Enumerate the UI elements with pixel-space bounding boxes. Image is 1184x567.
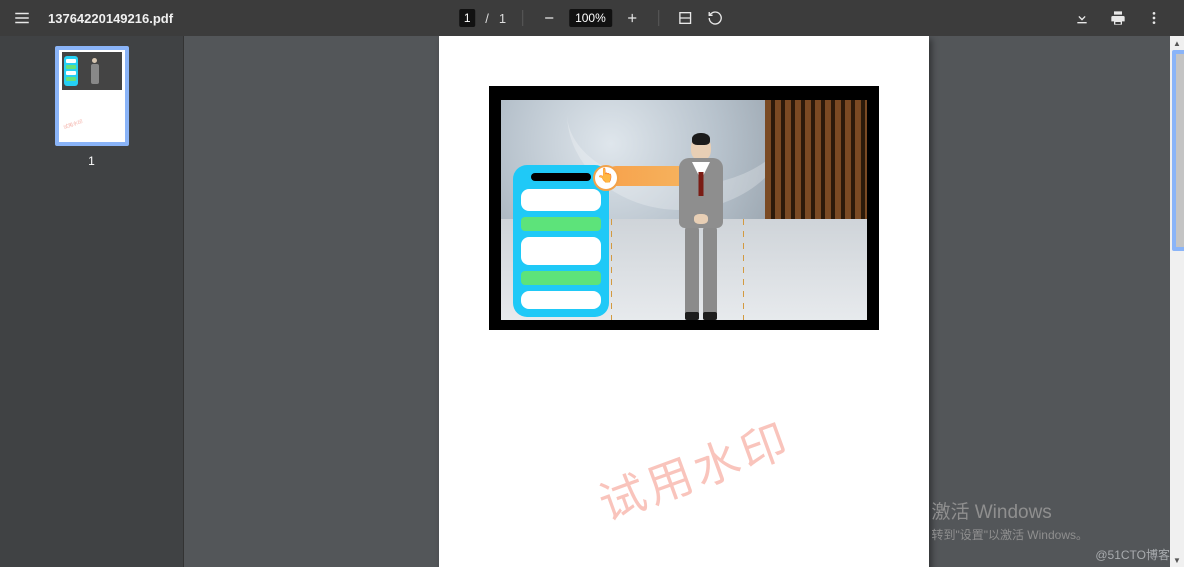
presenter-figure: [669, 136, 733, 318]
zoom-percent[interactable]: 100%: [569, 9, 612, 27]
rotate-icon[interactable]: [705, 8, 725, 28]
thumbnail-preview: [62, 52, 122, 90]
document-title: 13764220149216.pdf: [48, 11, 173, 26]
thumbnail-page-1[interactable]: 试用水印: [55, 46, 129, 146]
print-icon[interactable]: [1108, 8, 1128, 28]
toolbar: 13764220149216.pdf / 1 100%: [0, 0, 1184, 36]
activation-subtitle: 转到"设置"以激活 Windows。: [931, 526, 1088, 543]
divider: [658, 10, 659, 26]
watermark-text: 试用水印: [589, 404, 800, 534]
page-1: 试用水印: [439, 36, 929, 567]
phone-graphic: [513, 165, 609, 317]
attribution-tag: @51CTO博客: [1095, 546, 1170, 563]
menu-icon[interactable]: [10, 6, 34, 30]
thumbnail-sidebar: 试用水印 1: [0, 36, 184, 567]
more-icon[interactable]: [1144, 8, 1164, 28]
zoom-out-icon[interactable]: [539, 8, 559, 28]
fit-page-icon[interactable]: [675, 8, 695, 28]
divider: [522, 10, 523, 26]
page-number-input[interactable]: [459, 9, 475, 27]
download-icon[interactable]: [1072, 8, 1092, 28]
document-viewer[interactable]: 试用水印: [184, 36, 1184, 567]
page-separator: /: [485, 11, 489, 26]
zoom-in-icon[interactable]: [622, 8, 642, 28]
thumbnail-label: 1: [88, 154, 95, 168]
toolbar-center: / 1 100%: [459, 8, 725, 28]
app-root: 13764220149216.pdf / 1 100%: [0, 0, 1184, 567]
scroll-thumb[interactable]: [1172, 50, 1184, 251]
toolbar-left: 13764220149216.pdf: [0, 6, 173, 30]
windows-activation-overlay: 激活 Windows 转到"设置"以激活 Windows。: [931, 497, 1088, 543]
content-area: 试用水印 1: [0, 36, 1184, 567]
page-total: 1: [499, 11, 506, 26]
scroll-down-arrow[interactable]: ▼: [1170, 553, 1184, 567]
activation-title: 激活 Windows: [931, 497, 1088, 524]
thumbnail-watermark: 试用水印: [62, 118, 83, 131]
scroll-track[interactable]: [1170, 50, 1184, 553]
vertical-scrollbar[interactable]: ▲ ▼: [1170, 36, 1184, 567]
scroll-up-arrow[interactable]: ▲: [1170, 36, 1184, 50]
toolbar-right: [1072, 8, 1184, 28]
page-image: [489, 86, 879, 330]
